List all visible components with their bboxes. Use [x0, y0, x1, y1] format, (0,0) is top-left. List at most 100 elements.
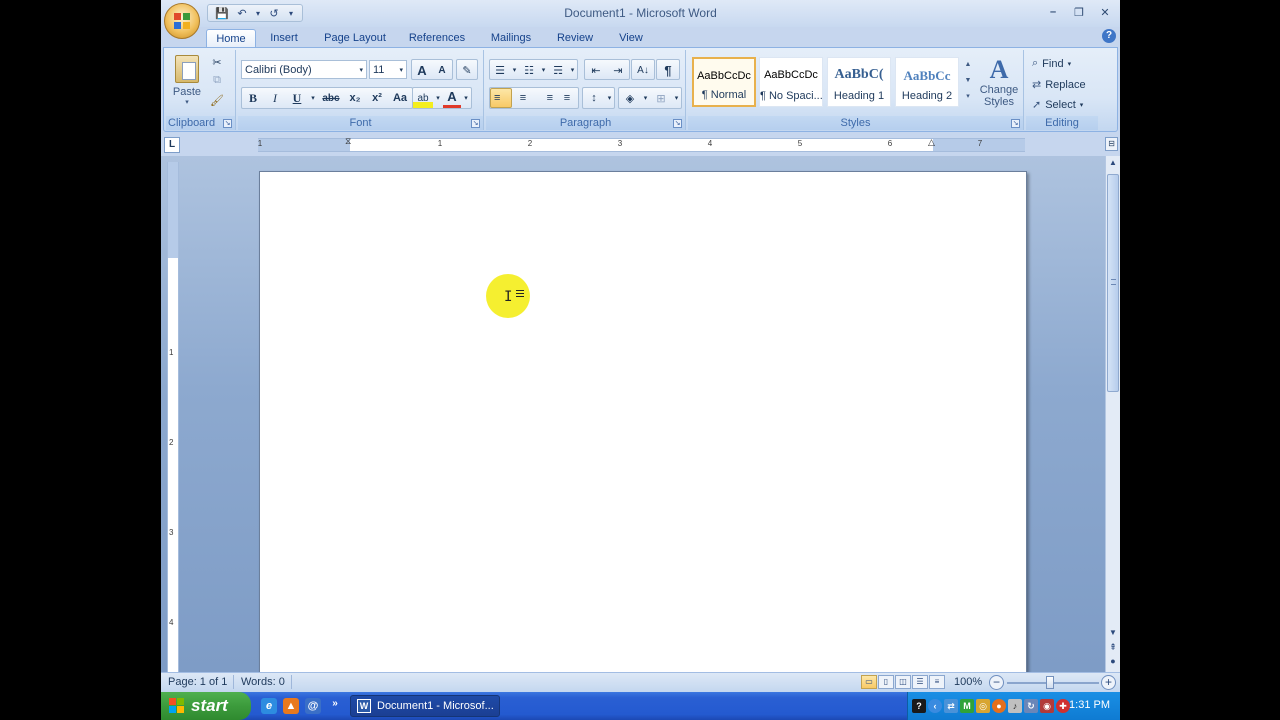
horizontal-ruler[interactable]: 1 ⧖ 1 2 3 4 5 6 △ 7: [258, 136, 1025, 152]
show-formatting-button[interactable]: ¶: [657, 60, 679, 80]
bullets-button[interactable]: ☰: [490, 60, 510, 80]
tab-home[interactable]: Home: [206, 29, 256, 48]
styles-scroll-down-icon[interactable]: ▼: [962, 73, 974, 89]
browse-object-icon[interactable]: ●: [1107, 654, 1119, 668]
styles-scroll-up-icon[interactable]: ▲: [962, 57, 974, 73]
scroll-thumb[interactable]: [1107, 174, 1119, 392]
clock[interactable]: 1:31 PM: [1069, 699, 1110, 711]
network-tray-icon[interactable]: ⇄: [944, 699, 958, 713]
draft-icon[interactable]: ≡: [929, 675, 945, 689]
bullets-dropdown-icon[interactable]: ▾: [510, 60, 519, 80]
vertical-scrollbar[interactable]: ▲ ▼ ⇞ ●: [1105, 156, 1120, 672]
font-color-dropdown-icon[interactable]: ▾: [461, 88, 471, 108]
close-button[interactable]: ✕: [1094, 3, 1116, 21]
tab-view[interactable]: View: [613, 29, 649, 48]
clear-formatting-icon[interactable]: ✎: [457, 60, 477, 80]
font-name-combobox[interactable]: Calibri (Body) ▾: [241, 60, 367, 79]
highlight-dropdown-icon[interactable]: ▾: [433, 88, 443, 108]
paste-button[interactable]: Paste ▾: [171, 53, 203, 107]
decrease-indent-button[interactable]: ⇤: [585, 60, 607, 80]
styles-launcher-icon[interactable]: ↘: [1011, 119, 1020, 128]
font-size-combobox[interactable]: 11 ▾: [369, 60, 407, 79]
indent-marker-icon[interactable]: ⧖: [345, 136, 351, 147]
back-tray-icon[interactable]: ‹: [928, 699, 942, 713]
security-tray-icon[interactable]: ◉: [1040, 699, 1054, 713]
font-launcher-icon[interactable]: ↘: [471, 119, 480, 128]
quick-launch-more-icon[interactable]: »: [327, 696, 343, 712]
change-styles-button[interactable]: A Change Styles: [978, 54, 1020, 110]
style-heading-2[interactable]: AaBbCc Heading 2: [895, 57, 959, 107]
zoom-in-button[interactable]: +: [1101, 675, 1116, 690]
subscript-button[interactable]: x₂: [344, 88, 366, 108]
start-button[interactable]: start: [161, 692, 251, 720]
zoom-out-button[interactable]: −: [989, 675, 1004, 690]
underline-button[interactable]: U: [286, 88, 308, 108]
tab-mailings[interactable]: Mailings: [485, 29, 537, 48]
outline-icon[interactable]: ☰: [912, 675, 928, 689]
multilevel-dropdown-icon[interactable]: ▾: [568, 60, 577, 80]
shading-button[interactable]: ◈: [619, 88, 641, 108]
align-left-button[interactable]: ≡: [490, 88, 512, 108]
shading-dropdown-icon[interactable]: ▾: [641, 88, 650, 108]
numbering-button[interactable]: ☷: [519, 60, 539, 80]
print-layout-icon[interactable]: ▭: [861, 675, 877, 689]
internet-explorer-icon[interactable]: e: [261, 698, 277, 714]
increase-indent-button[interactable]: ⇥: [607, 60, 629, 80]
help-tray-icon[interactable]: ?: [912, 699, 926, 713]
sync-tray-icon[interactable]: ↻: [1024, 699, 1038, 713]
change-case-button[interactable]: Aa: [388, 88, 412, 108]
scroll-down-icon[interactable]: ▼: [1107, 626, 1119, 640]
help-icon[interactable]: ?: [1102, 29, 1116, 43]
format-painter-icon[interactable]: 🖌: [208, 92, 226, 108]
tab-page-layout[interactable]: Page Layout: [319, 29, 391, 48]
center-button[interactable]: ≡: [512, 88, 534, 108]
bold-button[interactable]: B: [242, 88, 264, 108]
app-tray-icon[interactable]: ●: [992, 699, 1006, 713]
style-heading-1[interactable]: AaBbC( Heading 1: [827, 57, 891, 107]
document-page[interactable]: I: [259, 171, 1027, 672]
select-button[interactable]: ➚ Select ▾: [1032, 96, 1083, 113]
shield-tray-icon[interactable]: ✚: [1056, 699, 1070, 713]
grow-font-button[interactable]: A: [412, 60, 432, 80]
taskbar-word-button[interactable]: W Document1 - Microsof...: [350, 695, 500, 717]
copy-icon[interactable]: ⧉: [208, 72, 226, 88]
style-no-spacing[interactable]: AaBbCcDc ¶ No Spaci...: [759, 57, 823, 107]
line-spacing-dropdown-icon[interactable]: ▾: [605, 88, 614, 108]
volume-tray-icon[interactable]: ♪: [1008, 699, 1022, 713]
borders-button[interactable]: ⊞: [650, 88, 672, 108]
style-normal[interactable]: AaBbCcDc ¶ Normal: [692, 57, 756, 107]
tab-selector-button[interactable]: L: [164, 137, 180, 153]
app-launcher-icon[interactable]: @: [305, 698, 321, 714]
page-count[interactable]: Page: 1 of 1: [168, 676, 227, 688]
line-spacing-button[interactable]: ↕: [583, 88, 605, 108]
highlight-button[interactable]: ab: [413, 88, 433, 108]
strikethrough-button[interactable]: abc: [318, 88, 344, 108]
underline-dropdown-icon[interactable]: ▾: [308, 88, 318, 108]
zoom-slider-thumb[interactable]: [1046, 676, 1054, 689]
shrink-font-button[interactable]: A: [432, 60, 452, 80]
find-button[interactable]: ⌕ Find ▾: [1032, 55, 1071, 72]
italic-button[interactable]: I: [264, 88, 286, 108]
restore-button[interactable]: ❐: [1068, 3, 1090, 21]
tab-insert[interactable]: Insert: [261, 29, 307, 48]
numbering-dropdown-icon[interactable]: ▾: [539, 60, 548, 80]
full-screen-reading-icon[interactable]: ▯: [878, 675, 894, 689]
scroll-up-icon[interactable]: ▲: [1107, 156, 1119, 170]
sort-button[interactable]: A↓: [632, 60, 654, 80]
align-right-button[interactable]: ≡: [534, 88, 556, 108]
multilevel-list-button[interactable]: ☴: [548, 60, 568, 80]
tab-review[interactable]: Review: [553, 29, 597, 48]
borders-dropdown-icon[interactable]: ▾: [672, 88, 681, 108]
zoom-level[interactable]: 100%: [954, 676, 982, 688]
right-indent-marker-icon[interactable]: △: [928, 137, 935, 148]
monitor-tray-icon[interactable]: M: [960, 699, 974, 713]
word-count[interactable]: Words: 0: [241, 676, 285, 688]
view-ruler-button[interactable]: ⊟: [1105, 137, 1118, 151]
vlc-icon[interactable]: ▲: [283, 698, 299, 714]
styles-more-icon[interactable]: ▾: [962, 89, 974, 105]
clipboard-launcher-icon[interactable]: ↘: [223, 119, 232, 128]
office-button[interactable]: [164, 3, 200, 39]
paragraph-launcher-icon[interactable]: ↘: [673, 119, 682, 128]
minimize-button[interactable]: –: [1042, 3, 1064, 21]
justify-button[interactable]: ≡: [556, 88, 578, 108]
